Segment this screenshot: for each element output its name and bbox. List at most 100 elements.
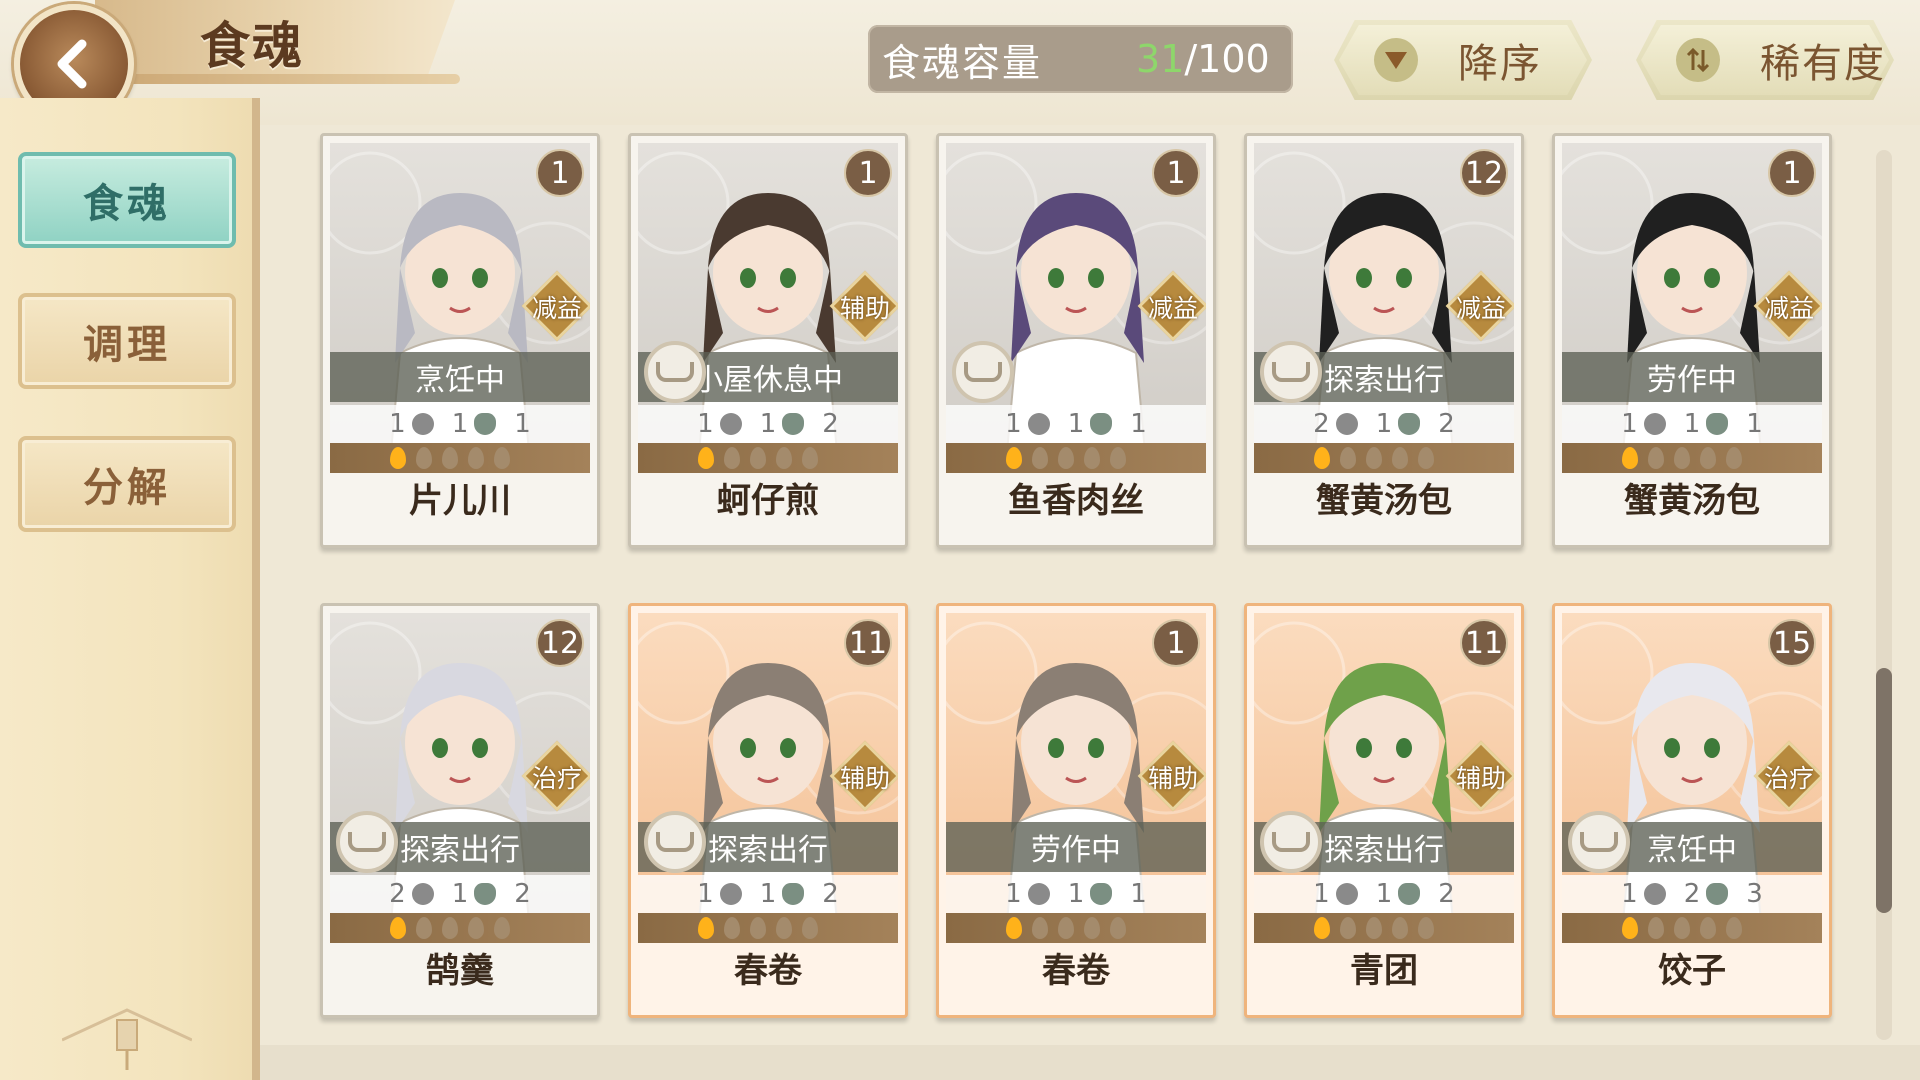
status-label: 劳作中 <box>1647 363 1737 398</box>
card-name: 鱼香肉丝 <box>1008 481 1144 521</box>
egg-icon <box>411 883 434 905</box>
role-badge: 减益 <box>1137 270 1206 342</box>
flame-icon <box>724 917 740 939</box>
food-soul-card[interactable]: 11 辅助 探索出行 1 1 2 <box>1244 603 1524 1018</box>
card-name: 蟹黄汤包 <box>1624 481 1760 521</box>
stats-row: 1 1 1 <box>1562 405 1822 443</box>
food-soul-card[interactable]: 1 减益 1 1 1 鱼香肉丝 <box>936 133 1216 548</box>
character-portrait: 1 减益 烹饪中 1 1 1 <box>330 143 590 473</box>
food-soul-card[interactable]: 1 辅助 小屋休息中 1 1 2 蚵仔煎 <box>628 133 908 548</box>
pouch-icon <box>1398 883 1421 905</box>
role-label: 减益 <box>1455 294 1506 323</box>
stats-row: 2 1 2 <box>330 875 590 913</box>
flame-icon <box>1084 917 1100 939</box>
role-label: 辅助 <box>1147 764 1198 793</box>
capacity-label: 食魂容量 <box>882 40 1043 85</box>
pouch-icon <box>1090 413 1113 435</box>
role-badge: 辅助 <box>1445 740 1514 812</box>
sidebar-tab-label: 分解 <box>83 465 171 511</box>
stat-value: 2 <box>1438 409 1455 439</box>
flame-icon <box>1726 917 1742 939</box>
stats-row: 1 1 1 <box>946 875 1206 913</box>
card-name: 春卷 <box>1042 951 1110 991</box>
star-flames <box>330 443 590 473</box>
sidebar-tab-label: 食魂 <box>83 181 171 227</box>
role-badge: 辅助 <box>829 270 898 342</box>
stat-value: 1 <box>1067 879 1085 909</box>
egg-icon <box>1335 413 1358 435</box>
stat-value: 1 <box>697 409 714 439</box>
star-flames <box>638 913 898 943</box>
home-badge <box>1260 341 1322 403</box>
status-label: 探索出行 <box>708 833 828 868</box>
status-label: 烹饪中 <box>415 363 505 398</box>
stat-value: 1 <box>451 879 469 909</box>
scrollbar-thumb[interactable] <box>1876 668 1892 913</box>
stat-value: 3 <box>1746 879 1763 909</box>
pouch-icon <box>1090 883 1113 905</box>
stat-value: 2 <box>1683 879 1701 909</box>
food-soul-card[interactable]: 1 辅助 劳作中 1 1 1 春卷 <box>936 603 1216 1018</box>
egg-icon <box>1335 883 1358 905</box>
food-soul-card[interactable]: 12 治疗 探索出行 2 1 2 鹄羹 <box>320 603 600 1018</box>
sidebar-ornament-icon <box>62 1008 192 1070</box>
sort-order-button[interactable]: 降序 <box>1334 20 1592 100</box>
stat-value: 2 <box>514 879 531 909</box>
role-badge: 减益 <box>521 270 590 342</box>
flame-icon <box>1418 447 1434 469</box>
food-soul-card[interactable]: 11 辅助 探索出行 1 1 2 <box>628 603 908 1018</box>
swap-vertical-icon <box>1676 38 1720 82</box>
stat-value: 2 <box>1438 879 1455 909</box>
stat-value: 1 <box>1130 879 1147 909</box>
food-soul-card[interactable]: 1 减益 烹饪中 1 1 1 片儿川 <box>320 133 600 548</box>
level-badge: 11 <box>1460 619 1508 667</box>
stat-value: 2 <box>822 879 839 909</box>
flame-icon <box>390 917 406 939</box>
cup-icon <box>1272 832 1310 852</box>
status-label: 探索出行 <box>1324 833 1444 868</box>
level-badge: 1 <box>1768 149 1816 197</box>
character-portrait: 15 治疗 烹饪中 1 2 3 <box>1562 613 1822 943</box>
character-portrait: 11 辅助 探索出行 1 1 2 <box>1254 613 1514 943</box>
cup-icon <box>1580 832 1618 852</box>
status-bar: 劳作中 <box>946 822 1206 872</box>
flame-icon <box>1700 447 1716 469</box>
stat-value: 2 <box>822 409 839 439</box>
stat-value: 1 <box>1067 409 1085 439</box>
food-soul-card[interactable]: 1 减益 劳作中 1 1 1 蟹黄汤包 <box>1552 133 1832 548</box>
sidebar-tab-decompose[interactable]: 分解 <box>18 436 236 532</box>
food-soul-card[interactable]: 15 治疗 烹饪中 1 2 3 饺子 <box>1552 603 1832 1018</box>
flame-icon <box>750 917 766 939</box>
sort-rarity-button[interactable]: 稀有度 <box>1636 20 1894 100</box>
flame-icon <box>750 447 766 469</box>
stat-value: 1 <box>759 409 777 439</box>
flame-icon <box>698 447 714 469</box>
home-badge <box>644 811 706 873</box>
card-name: 饺子 <box>1658 951 1726 991</box>
sidebar-tab-food-souls[interactable]: 食魂 <box>18 152 236 248</box>
status-label: 探索出行 <box>1324 363 1444 398</box>
card-name: 蟹黄汤包 <box>1316 481 1452 521</box>
flame-icon <box>1058 447 1074 469</box>
flame-icon <box>1110 917 1126 939</box>
stat-value: 2 <box>389 879 406 909</box>
flame-icon <box>1700 917 1716 939</box>
pouch-icon <box>1706 883 1729 905</box>
stat-value: 2 <box>1313 409 1330 439</box>
role-label: 减益 <box>1763 294 1814 323</box>
home-badge <box>336 811 398 873</box>
stats-row: 1 1 1 <box>946 405 1206 443</box>
sidebar-tab-conditioning[interactable]: 调理 <box>18 293 236 389</box>
status-bar: 烹饪中 <box>330 352 590 402</box>
status-label: 烹饪中 <box>1647 833 1737 868</box>
level-badge: 12 <box>1460 149 1508 197</box>
food-soul-card[interactable]: 12 减益 探索出行 2 1 2 蟹黄汤包 <box>1244 133 1524 548</box>
character-portrait: 1 辅助 劳作中 1 1 1 <box>946 613 1206 943</box>
flame-icon <box>802 917 818 939</box>
capacity-current: 31 <box>1136 37 1185 81</box>
role-badge: 治疗 <box>521 740 590 812</box>
flame-icon <box>776 917 792 939</box>
flame-icon <box>1032 447 1048 469</box>
flame-icon <box>1622 447 1638 469</box>
stats-row: 1 1 2 <box>638 405 898 443</box>
